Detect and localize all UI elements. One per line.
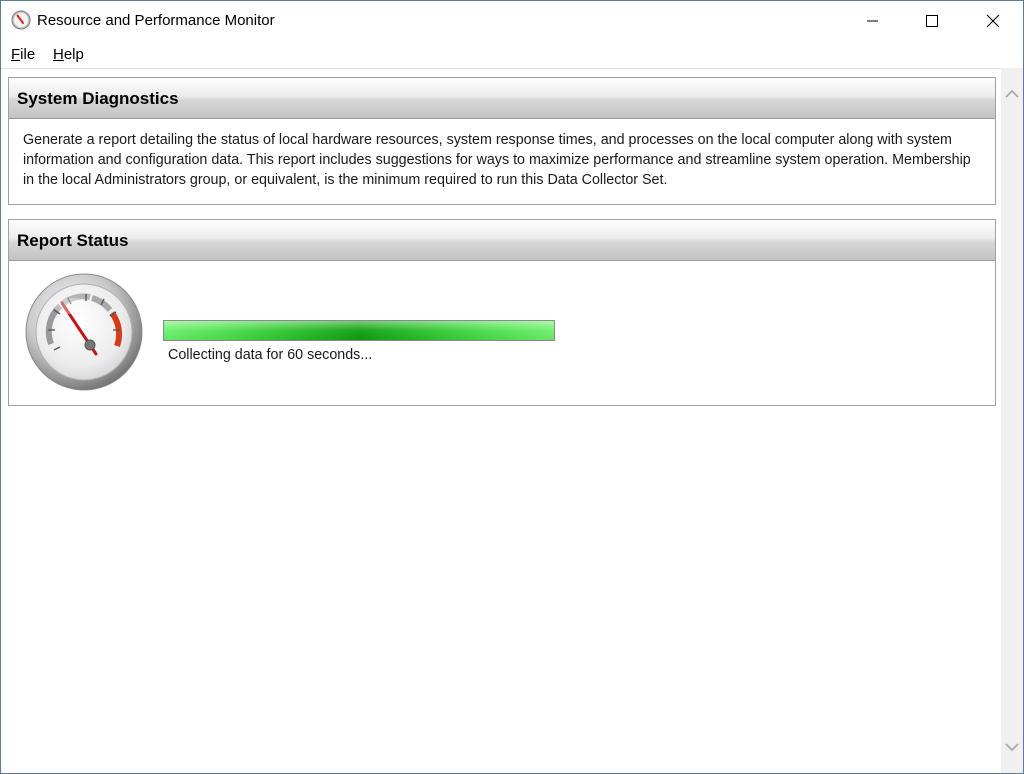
speedometer-gauge-icon <box>24 272 144 392</box>
system-diagnostics-panel: System Diagnostics Generate a report det… <box>8 77 996 205</box>
report-progress-fill <box>164 321 554 340</box>
close-icon <box>986 14 1000 28</box>
app-window: Resource and Performance Monitor File He… <box>0 0 1024 774</box>
window-title: Resource and Performance Monitor <box>37 12 275 29</box>
scroll-up-button[interactable] <box>1001 84 1023 106</box>
minimize-button[interactable] <box>850 1 896 41</box>
vertical-scrollbar[interactable] <box>1001 68 1023 773</box>
system-diagnostics-header[interactable]: System Diagnostics <box>9 78 995 119</box>
menu-file-label: ile <box>20 46 36 63</box>
menu-file[interactable]: File <box>11 46 35 63</box>
report-content: System Diagnostics Generate a report det… <box>1 68 1001 773</box>
menu-help[interactable]: Help <box>53 46 84 63</box>
report-status-text: Collecting data for 60 seconds... <box>168 347 373 363</box>
menu-file-accel: F <box>11 46 21 63</box>
system-diagnostics-description: Generate a report detailing the status o… <box>23 132 971 188</box>
maximize-button[interactable] <box>909 1 955 41</box>
report-status-title: Report Status <box>17 231 129 250</box>
minimize-icon <box>867 15 879 27</box>
close-button[interactable] <box>970 1 1016 41</box>
maximize-icon <box>926 15 938 27</box>
scroll-down-button[interactable] <box>1001 737 1023 759</box>
report-status-panel: Report Status Collecting data for 60 sec… <box>8 219 996 406</box>
performance-gauge-icon <box>11 10 31 30</box>
report-status-header[interactable]: Report Status <box>9 220 995 261</box>
menu-help-accel: H <box>53 46 64 63</box>
report-progress-bar <box>163 320 555 341</box>
title-bar[interactable]: Resource and Performance Monitor <box>1 1 1023 41</box>
scroll-up-arrow-icon <box>1005 86 1019 104</box>
system-diagnostics-title: System Diagnostics <box>17 89 179 108</box>
menu-bar: File Help <box>1 41 1023 68</box>
menu-help-label: elp <box>63 46 84 63</box>
scroll-down-arrow-icon <box>1005 739 1019 757</box>
